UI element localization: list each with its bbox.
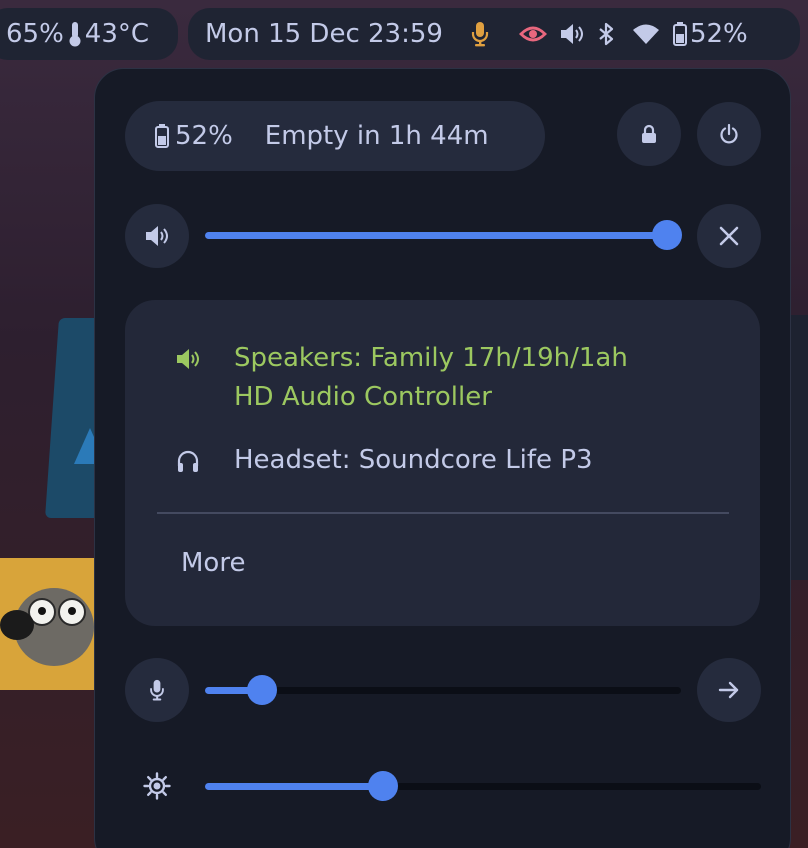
clock[interactable]: Mon 15 Dec 23:59 bbox=[205, 19, 443, 49]
audio-output-speakers[interactable]: Speakers: Family 17h/19h/1ah HD Audio Co… bbox=[173, 339, 628, 417]
speakers-label-line2: HD Audio Controller bbox=[234, 382, 492, 412]
battery-percent: 52% bbox=[689, 19, 748, 49]
volume-icon bbox=[560, 23, 584, 45]
brightness-slider-handle[interactable] bbox=[368, 771, 398, 801]
audio-output-label: Headset: Soundcore Life P3 bbox=[234, 445, 593, 475]
status-area[interactable]: Mon 15 Dec 23:59 52% bbox=[188, 8, 800, 60]
quick-settings-panel: 52% Empty in 1h 44m Speakers: Family 17h… bbox=[94, 68, 791, 848]
battery-icon bbox=[672, 22, 687, 46]
volume-slider-handle[interactable] bbox=[652, 220, 682, 250]
headset-icon bbox=[173, 441, 203, 480]
temperature: 43°C bbox=[84, 19, 150, 49]
brightness-button bbox=[125, 754, 189, 818]
battery-percent-label: 52% bbox=[175, 121, 233, 151]
audio-output-label: Speakers: Family 17h/19h/1ah HD Audio Co… bbox=[234, 339, 628, 417]
volume-slider[interactable] bbox=[205, 220, 682, 250]
microphone-settings-button[interactable] bbox=[697, 658, 761, 722]
background-window-strip bbox=[790, 315, 808, 580]
bluetooth-icon bbox=[597, 22, 617, 46]
menu-divider bbox=[157, 512, 729, 514]
system-monitor-indicator[interactable]: 65% 43°C bbox=[0, 8, 178, 60]
close-icon bbox=[719, 226, 739, 246]
battery-status-button[interactable]: 52% Empty in 1h 44m bbox=[125, 101, 545, 171]
eye-icon bbox=[518, 24, 547, 44]
battery-time-remaining: Empty in 1h 44m bbox=[264, 121, 489, 151]
audio-output-menu: Speakers: Family 17h/19h/1ah HD Audio Co… bbox=[125, 300, 760, 626]
battery-icon bbox=[155, 124, 169, 148]
microphone-mute-button[interactable] bbox=[125, 658, 189, 722]
arrow-right-icon bbox=[718, 680, 740, 700]
microphone-icon bbox=[471, 21, 489, 47]
gimp-nose bbox=[0, 610, 34, 640]
volume-slider-fill bbox=[205, 232, 667, 239]
thermometer-icon bbox=[68, 21, 82, 47]
more-audio-settings-button[interactable]: More bbox=[181, 548, 245, 578]
power-icon bbox=[719, 124, 739, 144]
lock-button[interactable] bbox=[617, 102, 681, 166]
brightness-icon bbox=[143, 772, 171, 800]
volume-mute-button[interactable] bbox=[125, 204, 189, 268]
cpu-usage: 65% bbox=[6, 19, 64, 49]
microphone-icon bbox=[149, 679, 165, 701]
power-button[interactable] bbox=[697, 102, 761, 166]
speaker-icon bbox=[173, 339, 203, 378]
audio-output-headset[interactable]: Headset: Soundcore Life P3 bbox=[173, 441, 593, 480]
speakers-label-line1: Speakers: Family 17h/19h/1ah bbox=[234, 343, 628, 373]
microphone-slider-handle[interactable] bbox=[247, 675, 277, 705]
gimp-wallpaper-mascot bbox=[0, 558, 98, 690]
close-audio-menu-button[interactable] bbox=[697, 204, 761, 268]
brightness-slider[interactable] bbox=[205, 771, 761, 801]
gimp-eye bbox=[58, 598, 86, 626]
volume-icon bbox=[145, 225, 169, 247]
wifi-icon bbox=[632, 23, 660, 45]
microphone-slider[interactable] bbox=[205, 675, 681, 705]
lock-icon bbox=[641, 124, 657, 144]
brightness-slider-fill bbox=[205, 783, 383, 790]
